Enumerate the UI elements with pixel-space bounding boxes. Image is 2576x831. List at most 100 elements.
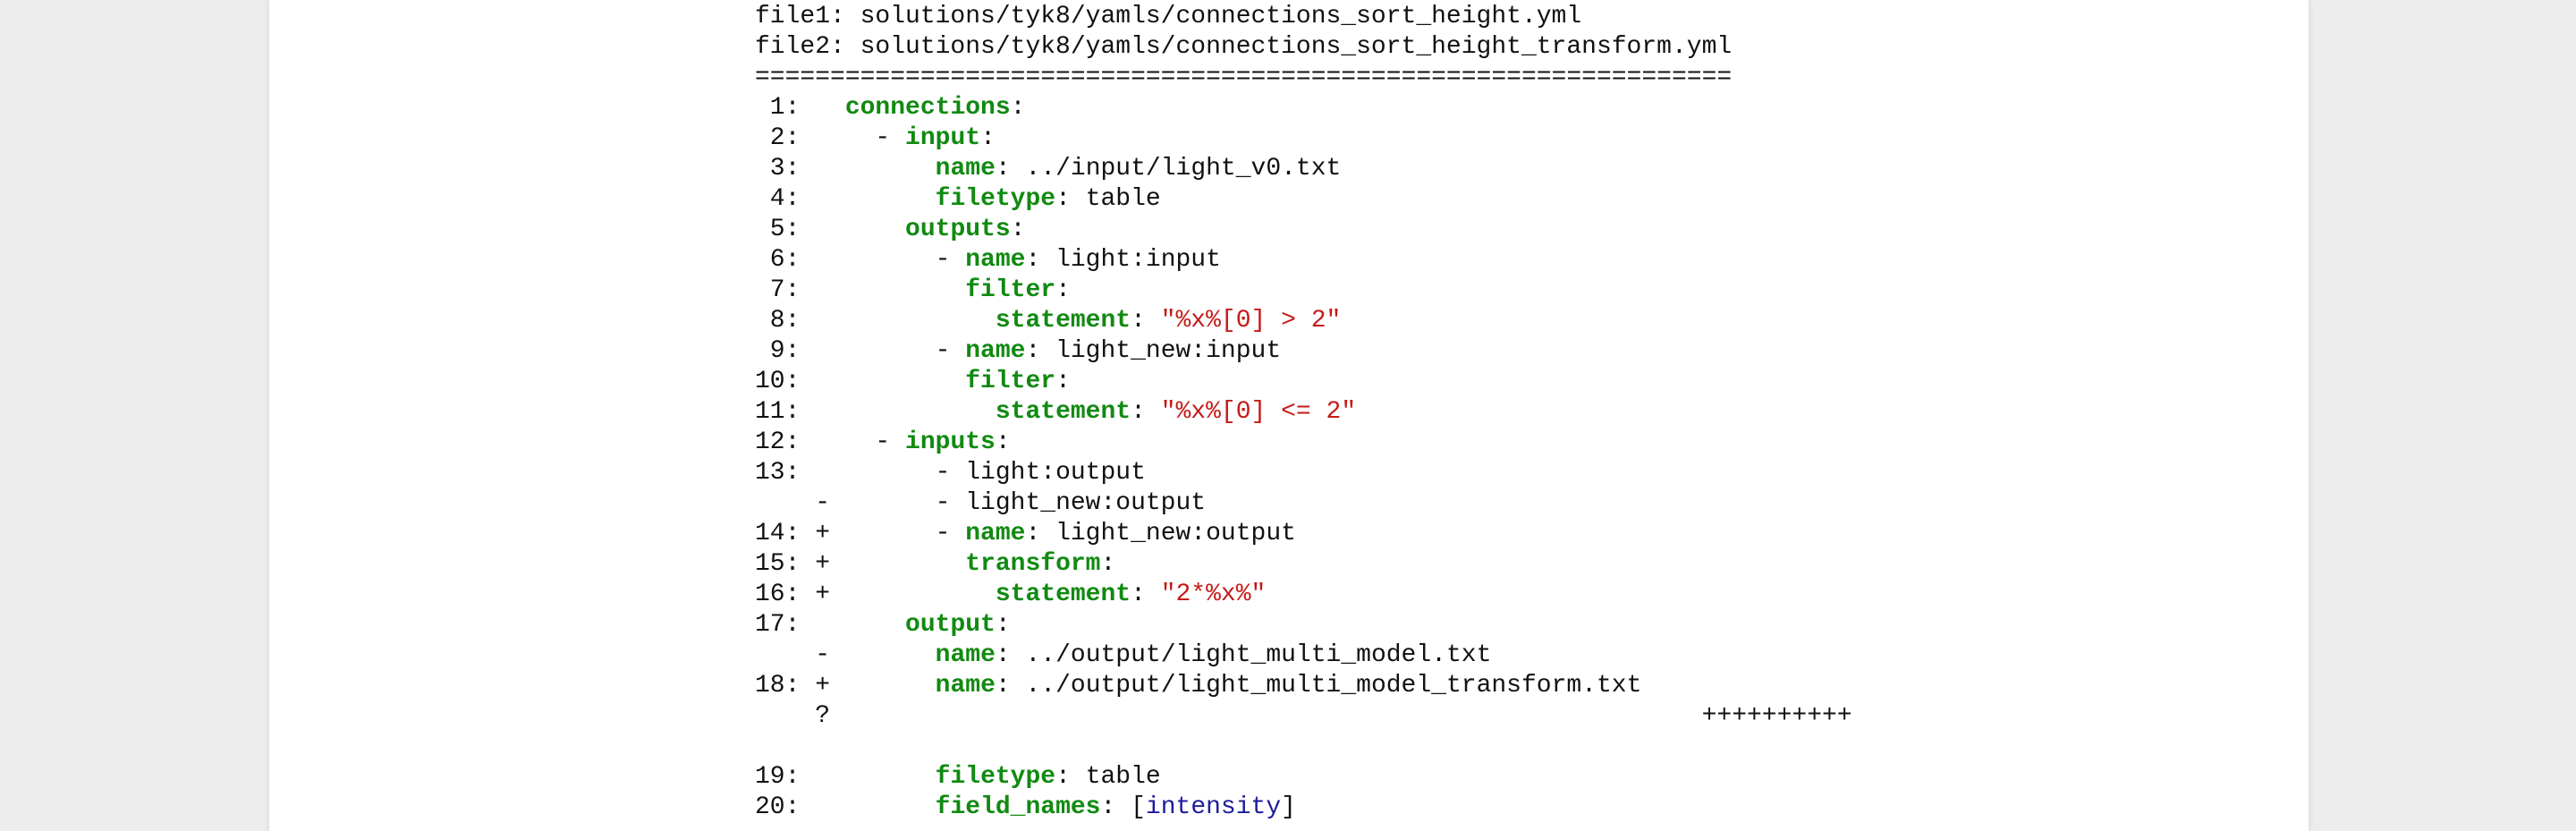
yaml-value: light_new:output bbox=[1055, 520, 1296, 547]
yaml-value: light:input bbox=[1055, 246, 1221, 274]
diff-line: 10: filter: bbox=[755, 367, 1852, 397]
yaml-separator: : bbox=[1025, 337, 1056, 365]
diff-line: - name: ../output/light_multi_model.txt bbox=[755, 640, 1852, 671]
diff-line: 13: - light:output bbox=[755, 458, 1852, 488]
line-marker: 5: bbox=[755, 216, 845, 243]
line-marker: 11: bbox=[755, 398, 845, 426]
file2-header: file2: solutions/tyk8/yamls/connections_… bbox=[755, 33, 1733, 61]
yaml-key: connections bbox=[844, 94, 1011, 122]
yaml-key: filetype bbox=[935, 763, 1056, 791]
yaml-value: ../output/light_multi_model_transform.tx… bbox=[1025, 672, 1642, 700]
yaml-separator: : bbox=[1100, 550, 1116, 578]
line-marker: 6: bbox=[755, 246, 845, 274]
line-marker: 10: bbox=[755, 368, 845, 395]
yaml-separator: : bbox=[1055, 368, 1071, 395]
yaml-value: ++++++++++ bbox=[844, 702, 1852, 730]
yaml-key: inputs bbox=[905, 428, 996, 456]
diff-line: - - light_new:output bbox=[755, 488, 1852, 519]
yaml-separator: : bbox=[1010, 94, 1026, 122]
diff-line: 17: output: bbox=[755, 610, 1852, 640]
diff-line: 14: + - name: light_new:output bbox=[755, 519, 1852, 549]
line-marker: 17: bbox=[755, 611, 845, 639]
line-marker: 13: bbox=[755, 459, 845, 487]
line-marker: 8: bbox=[755, 307, 845, 335]
line-indent: - bbox=[844, 428, 906, 456]
line-marker: 15: + bbox=[755, 550, 845, 578]
yaml-key: name bbox=[935, 155, 996, 182]
yaml-value: ../input/light_v0.txt bbox=[1025, 155, 1342, 182]
diff-line: ? ++++++++++ bbox=[755, 701, 1852, 732]
line-marker: 1: bbox=[755, 94, 845, 122]
line-marker: 20: bbox=[755, 793, 845, 821]
line-indent: - bbox=[844, 246, 966, 274]
diff-line: 2: - input: bbox=[755, 123, 1852, 154]
yaml-separator: : bbox=[1010, 216, 1026, 243]
yaml-value: table bbox=[1085, 185, 1161, 213]
line-indent: - bbox=[844, 520, 966, 547]
line-marker: - bbox=[755, 489, 845, 517]
yaml-value: ../output/light_multi_model.txt bbox=[1025, 641, 1492, 669]
line-indent: - bbox=[844, 489, 966, 517]
yaml-key: field_names bbox=[935, 793, 1101, 821]
yaml-separator: : bbox=[1131, 307, 1161, 335]
yaml-separator: : bbox=[1025, 246, 1056, 274]
document-page: file1: solutions/tyk8/yamls/connections_… bbox=[268, 0, 2309, 831]
line-marker: 12: bbox=[755, 428, 845, 456]
yaml-key: statement bbox=[995, 307, 1131, 335]
line-marker: ? bbox=[755, 702, 845, 730]
diff-line: 19: filetype: table bbox=[755, 762, 1852, 793]
yaml-separator: : bbox=[1055, 276, 1071, 304]
yaml-key: statement bbox=[995, 581, 1131, 608]
line-marker: 3: bbox=[755, 155, 845, 182]
diff-line: 9: - name: light_new:input bbox=[755, 336, 1852, 367]
yaml-key: name bbox=[965, 246, 1026, 274]
diff-line: 12: - inputs: bbox=[755, 428, 1852, 458]
yaml-separator: : bbox=[1131, 581, 1161, 608]
yaml-value: "2*%x%" bbox=[1160, 581, 1267, 608]
yaml-value: table bbox=[1085, 763, 1161, 791]
line-marker: 14: + bbox=[755, 520, 845, 547]
yaml-key: statement bbox=[995, 398, 1131, 426]
diff-line bbox=[755, 732, 1852, 762]
yaml-key: name bbox=[965, 337, 1026, 365]
diff-line: 6: - name: light:input bbox=[755, 245, 1852, 276]
yaml-key: name bbox=[965, 520, 1026, 547]
line-marker: - bbox=[755, 641, 845, 669]
yaml-separator: : bbox=[1055, 185, 1086, 213]
yaml-separator: : [ bbox=[1100, 793, 1146, 821]
yaml-key: output bbox=[905, 611, 996, 639]
yaml-value: "%x%[0] <= 2" bbox=[1160, 398, 1357, 426]
line-marker: 18: + bbox=[755, 672, 845, 700]
diff-output: file1: solutions/tyk8/yamls/connections_… bbox=[755, 2, 1852, 823]
yaml-key: filter bbox=[965, 368, 1056, 395]
yaml-value: light_new:input bbox=[1055, 337, 1282, 365]
yaml-separator: : bbox=[995, 155, 1026, 182]
yaml-key: input bbox=[905, 124, 981, 152]
diff-line: 18: + name: ../output/light_multi_model_… bbox=[755, 671, 1852, 701]
line-indent: - bbox=[844, 459, 966, 487]
line-marker: 7: bbox=[755, 276, 845, 304]
yaml-key: filetype bbox=[935, 185, 1056, 213]
yaml-suffix: ] bbox=[1281, 793, 1296, 821]
yaml-value: light:output bbox=[965, 459, 1146, 487]
diff-line: 15: + transform: bbox=[755, 549, 1852, 580]
line-marker: 4: bbox=[755, 185, 845, 213]
yaml-key: name bbox=[935, 641, 996, 669]
yaml-key: filter bbox=[965, 276, 1056, 304]
yaml-key: name bbox=[935, 672, 996, 700]
yaml-separator: : bbox=[1055, 763, 1086, 791]
diff-line: 20: field_names: [intensity] bbox=[755, 793, 1852, 823]
line-marker: 2: bbox=[755, 124, 845, 152]
separator-line: ========================================… bbox=[755, 64, 1733, 91]
